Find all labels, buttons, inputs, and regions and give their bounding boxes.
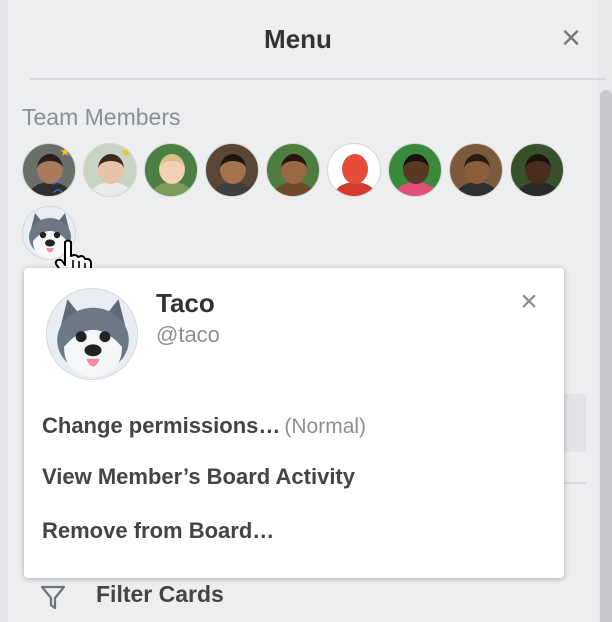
avatar-shoulders [90,182,132,196]
avatar-member-2[interactable]: ★ [83,143,137,197]
avatar-face [159,154,185,184]
close-icon[interactable]: × [556,21,586,55]
avatar-face [281,154,307,184]
avatar-shoulders [517,182,559,196]
avatar-member-4[interactable] [205,143,259,197]
avatar-member-3[interactable] [144,143,198,197]
avatar-face [220,154,246,184]
avatar-member-5[interactable] [266,143,320,197]
husky-icon [47,289,137,379]
avatar-face [342,154,368,184]
avatar-shoulders [212,182,254,196]
member-name: Taco [156,288,215,318]
member-popover: Taco @taco × Change permissions… (Normal)… [24,268,564,578]
avatar-shoulders [273,182,315,196]
menu-title: Menu [264,24,332,54]
team-members-title: Team Members [22,104,181,130]
avatar-shoulders [29,182,71,196]
chevron-up-icon: ︿ ︿ [53,176,63,195]
avatar-shoulders [456,182,498,196]
avatar-shoulders [151,182,193,196]
filter-cards-label: Filter Cards [96,581,224,607]
team-members-list: ★ ︿ ︿ ★ [22,143,582,263]
avatar-member-6[interactable] [327,143,381,197]
avatar-member-7[interactable] [388,143,442,197]
avatar-member-1[interactable]: ★ ︿ ︿ [22,143,76,197]
menu-header: Menu × [8,0,606,80]
header-divider [30,78,606,80]
popover-close-icon[interactable]: × [514,287,544,318]
avatar-face [403,154,429,184]
remove-from-board-link[interactable]: Remove from Board… [42,513,542,549]
permission-level: (Normal) [284,415,367,438]
avatar-shoulders [334,182,376,196]
scrollbar-thumb[interactable] [600,90,612,622]
view-board-activity-link[interactable]: View Member’s Board Activity [42,459,542,495]
change-permissions-label: Change permissions… [42,413,281,438]
scrollbar-track[interactable] [598,0,612,622]
avatar-member-9[interactable] [510,143,564,197]
member-avatar-large [46,288,138,380]
page-edge-left [0,0,8,622]
change-permissions-link[interactable]: Change permissions… (Normal) [42,408,542,444]
admin-star-icon: ★ [59,144,71,159]
filter-icon [40,585,66,610]
avatar-face [464,154,490,184]
avatar-member-8[interactable] [449,143,503,197]
avatar-shoulders [395,182,437,196]
filter-cards-item[interactable]: Filter Cards [38,578,438,616]
member-username: @taco [156,322,220,347]
admin-star-icon: ★ [120,144,132,159]
avatar-face [525,154,551,184]
